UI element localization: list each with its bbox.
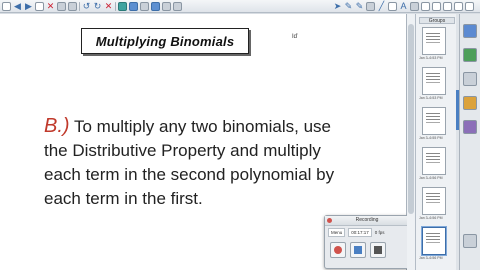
delete-icon[interactable]: ✕ (104, 1, 113, 11)
toolbar-divider (79, 1, 80, 11)
table-icon-2[interactable] (140, 1, 149, 11)
undo-icon[interactable]: ↺ (82, 1, 91, 11)
settings-tab[interactable] (463, 234, 477, 248)
add-page-icon[interactable] (35, 1, 44, 11)
page-thumbnail-selected[interactable] (422, 227, 446, 255)
shape-icon[interactable] (366, 1, 375, 11)
toolbar-tool-icon[interactable] (173, 1, 182, 11)
addons-tab[interactable] (463, 120, 477, 134)
text-icon[interactable]: A (399, 1, 408, 11)
page-thumbnail[interactable] (422, 107, 446, 135)
slide-title: Multiplying Binomials (81, 28, 249, 54)
recording-panel: Recording Menu 00:17:17 0 fps (324, 215, 410, 269)
page-thumbnail[interactable] (422, 67, 446, 95)
body-text: To multiply any two binomials, use the D… (44, 117, 335, 208)
highlighter-icon[interactable]: ✎ (355, 1, 364, 11)
toolbar-divider (115, 1, 116, 11)
thumbnail-label: Jan 3–6:53 PM (419, 56, 443, 60)
toolbar-end-icon[interactable] (465, 1, 474, 11)
stop-icon (374, 246, 382, 254)
page-sorter-sidebar: Groups Jan 3–6:53 PM Jan 3–6:53 PM Jan 3… (416, 14, 458, 270)
stop-button[interactable] (370, 242, 386, 258)
redo-icon[interactable]: ↻ (93, 1, 102, 11)
toolbar-end-icon[interactable] (443, 1, 452, 11)
thumbnail-label: Jan 3–6:53 PM (419, 96, 443, 100)
recording-status-row: Menu 00:17:17 0 fps (325, 226, 409, 239)
pen-icon[interactable]: ✎ (344, 1, 353, 11)
new-page-icon[interactable] (2, 1, 11, 11)
document-camera-icon[interactable] (151, 1, 160, 11)
eraser-icon[interactable] (388, 1, 397, 11)
fill-icon[interactable] (410, 1, 419, 11)
page-scrollbar-thumb[interactable] (408, 24, 414, 214)
toolbar-tool-icon[interactable] (162, 1, 171, 11)
select-arrow-icon[interactable]: ➤ (333, 1, 342, 11)
recording-fps: 0 fps (374, 230, 385, 235)
page-thumbnail[interactable] (422, 27, 446, 55)
delete-page-icon[interactable]: ✕ (46, 1, 55, 11)
recording-title: Recording (355, 217, 379, 223)
line-icon[interactable]: ╱ (377, 1, 386, 11)
gallery-tab[interactable] (463, 48, 477, 62)
page-scrollbar[interactable] (407, 14, 416, 270)
record-icon (334, 246, 342, 254)
screen-shade-icon[interactable] (57, 1, 66, 11)
recording-titlebar: Recording (325, 216, 409, 226)
page-thumbnail[interactable] (422, 187, 446, 215)
text-cursor-marker: Iď (292, 34, 298, 40)
back-arrow-icon[interactable]: ◀ (13, 1, 22, 11)
page-thumbnail[interactable] (422, 147, 446, 175)
groups-header[interactable]: Groups (419, 17, 455, 24)
recording-controls (325, 239, 409, 261)
thumbnail-label: Jan 3–6:56 PM (419, 256, 443, 260)
pause-icon (354, 246, 362, 254)
pause-button[interactable] (350, 242, 366, 258)
side-tab-strip (459, 14, 480, 270)
record-button[interactable] (330, 242, 346, 258)
recording-timer: 00:17:17 (348, 228, 372, 237)
whiteboard-page[interactable]: Multiplying Binomials Iď B.) To multiply… (0, 14, 410, 270)
forward-arrow-icon[interactable]: ▶ (24, 1, 33, 11)
step-letter: B.) (44, 115, 70, 137)
slide-body: B.) To multiply any two binomials, use t… (44, 114, 344, 211)
attachments-tab[interactable] (463, 72, 477, 86)
main-toolbar: ◀ ▶ ✕ ↺ ↻ ✕ ➤ ✎ ✎ ╱ A (0, 0, 480, 13)
capture-icon[interactable] (129, 1, 138, 11)
properties-icon[interactable] (421, 1, 430, 11)
close-icon[interactable] (327, 218, 332, 223)
page-sorter-tab[interactable] (463, 24, 477, 38)
toolbar-end-icon[interactable] (432, 1, 441, 11)
thumbnail-label: Jan 3–6:56 PM (419, 176, 443, 180)
menu-button[interactable]: Menu (328, 228, 346, 237)
display-icon[interactable] (118, 1, 127, 11)
table-icon[interactable] (68, 1, 77, 11)
thumbnail-label: Jan 3–6:55 PM (419, 136, 443, 140)
thumbnail-label: Jan 3–6:56 PM (419, 216, 443, 220)
toolbar-end-icon[interactable] (454, 1, 463, 11)
properties-tab[interactable] (463, 96, 477, 110)
